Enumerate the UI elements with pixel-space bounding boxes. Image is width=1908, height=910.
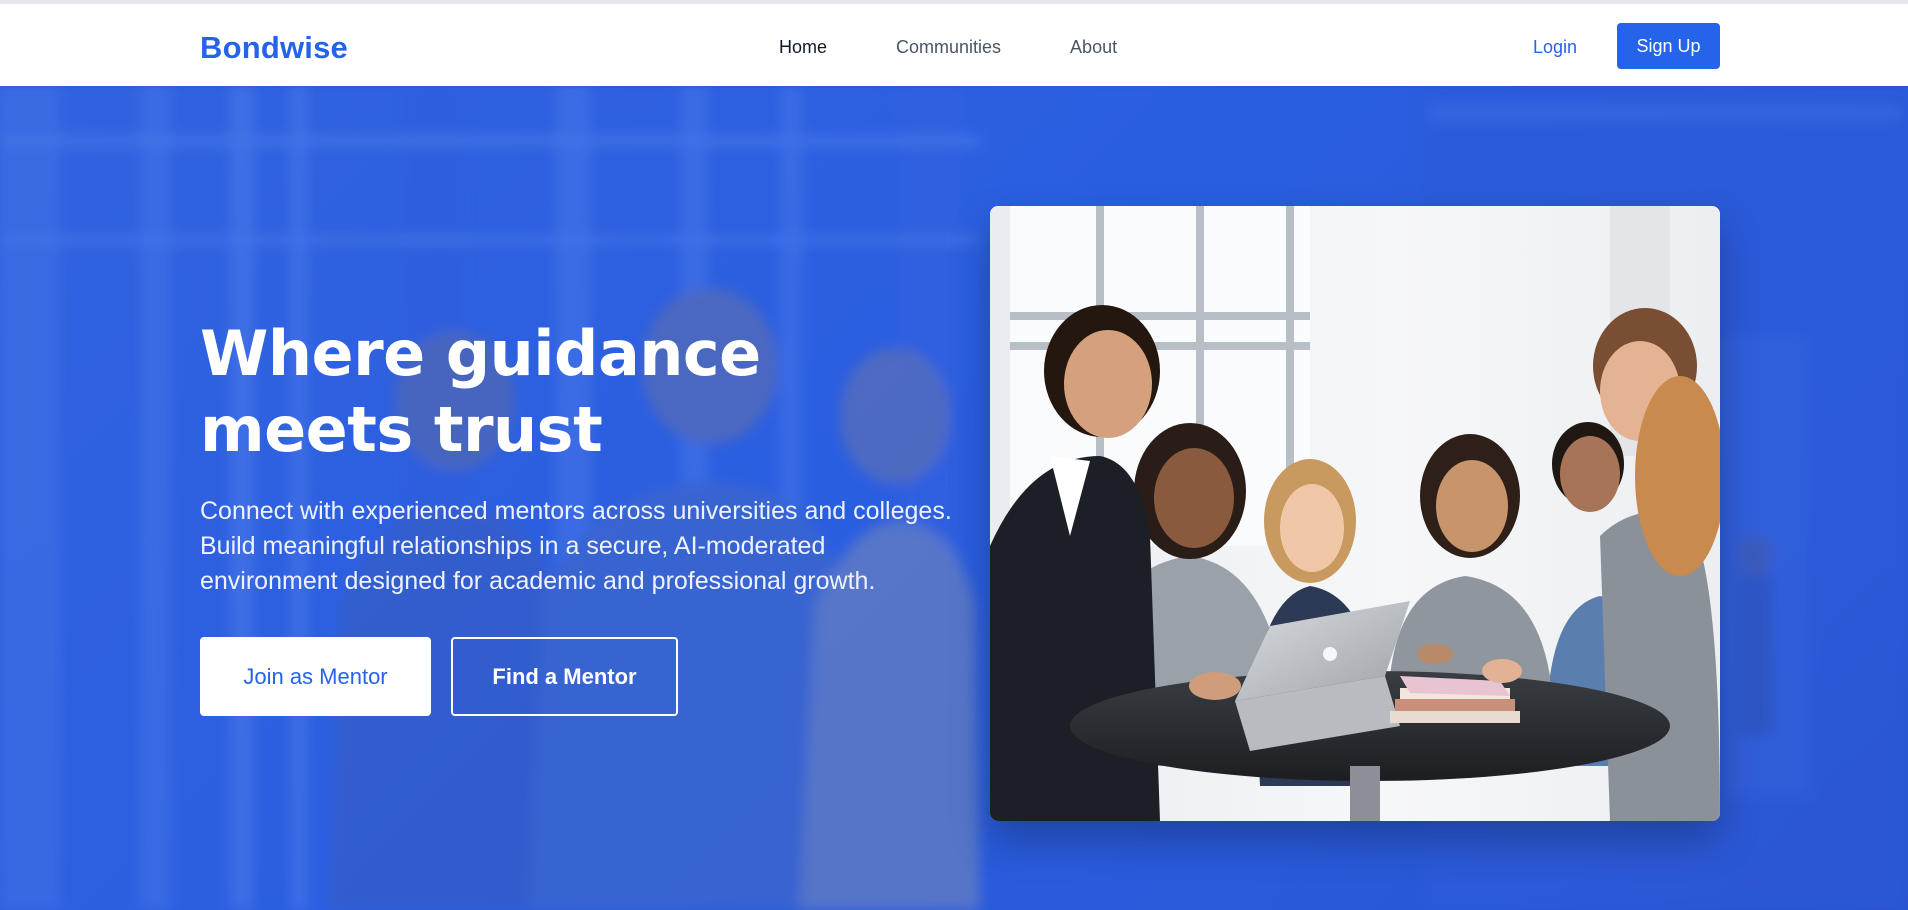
group-meeting-photo-icon xyxy=(990,206,1720,821)
top-navbar: Bondwise Home Communities About Login Si… xyxy=(0,0,1908,86)
login-link[interactable]: Login xyxy=(1533,37,1577,58)
brand-logo[interactable]: Bondwise xyxy=(200,30,348,66)
hero-title: Where guidance meets trust xyxy=(200,317,761,466)
hero-subtitle: Connect with experienced mentors across … xyxy=(200,497,952,595)
hero-section: Where guidance meets trust Connect with … xyxy=(0,86,1908,910)
main-nav: Home Communities About xyxy=(779,37,1117,58)
signup-button[interactable]: Sign Up xyxy=(1617,23,1720,69)
nav-link-communities[interactable]: Communities xyxy=(896,37,1001,58)
nav-link-about[interactable]: About xyxy=(1070,37,1117,58)
nav-link-home[interactable]: Home xyxy=(779,37,827,58)
join-as-mentor-button[interactable]: Join as Mentor xyxy=(200,637,431,716)
hero-photo-card xyxy=(990,206,1720,821)
find-a-mentor-button[interactable]: Find a Mentor xyxy=(451,637,678,716)
